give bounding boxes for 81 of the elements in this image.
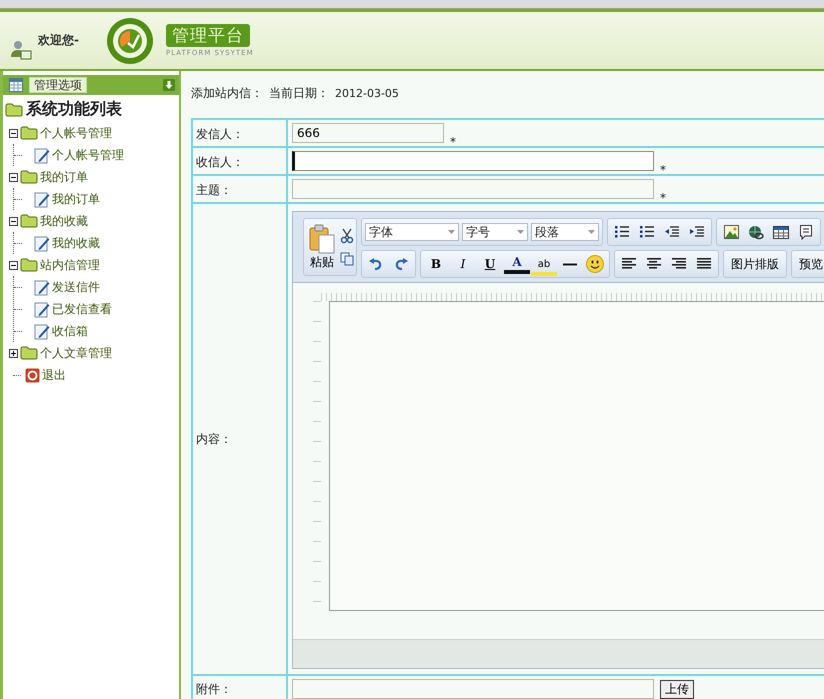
- field-label: 附件：: [196, 682, 232, 696]
- scissors-icon[interactable]: [340, 228, 354, 244]
- page-heading: 添加站内信：: [191, 84, 263, 102]
- globe-link-icon[interactable]: [748, 224, 764, 240]
- edit-page-icon: [34, 146, 50, 164]
- tree-item[interactable]: 个人帐号管理: [52, 146, 124, 164]
- folder-icon: [5, 102, 23, 116]
- folder-icon: [20, 258, 38, 272]
- folder-icon: [20, 126, 38, 140]
- undo-icon[interactable]: [369, 258, 383, 270]
- smiley-icon[interactable]: [586, 255, 604, 273]
- tree-item[interactable]: 退出: [42, 366, 66, 384]
- tree-item[interactable]: 收信箱: [52, 322, 88, 340]
- collapse-icon[interactable]: [9, 260, 18, 270]
- file-field[interactable]: [292, 679, 654, 699]
- image-icon[interactable]: [724, 225, 738, 239]
- align-right-icon[interactable]: [672, 258, 686, 270]
- redo-icon[interactable]: [394, 258, 408, 270]
- text-field[interactable]: [292, 179, 654, 199]
- tree-item[interactable]: 我的订单: [40, 168, 88, 186]
- platform-title: 管理平台: [166, 24, 250, 47]
- caret-icon[interactable]: [448, 230, 455, 234]
- bold-button[interactable]: B: [423, 252, 449, 276]
- current-date: 2012-03-05: [335, 86, 399, 100]
- edit-page-icon: [34, 300, 50, 318]
- field-label: 收信人：: [196, 155, 244, 169]
- underline-button[interactable]: U: [477, 252, 503, 276]
- upload-button[interactable]: 上传: [660, 680, 694, 699]
- edit-page-icon: [34, 278, 50, 296]
- tree-item[interactable]: 我的收藏: [40, 212, 88, 230]
- user-icon: [10, 38, 32, 60]
- welcome-text: 欢迎您-: [38, 32, 79, 49]
- align-justify-icon[interactable]: [696, 258, 712, 270]
- collapse-icon[interactable]: [9, 128, 18, 138]
- note-icon[interactable]: [800, 224, 812, 240]
- text-field[interactable]: [292, 151, 654, 171]
- tree-item[interactable]: 站内信管理: [40, 256, 100, 274]
- align-center-icon[interactable]: [646, 258, 662, 270]
- required-mark: *: [450, 135, 456, 149]
- copy-icon[interactable]: [340, 252, 354, 266]
- tree-item[interactable]: 个人文章管理: [40, 344, 112, 362]
- exit-icon: [25, 368, 40, 382]
- horizontal-line-icon[interactable]: [563, 262, 577, 266]
- bullet-list-icon[interactable]: [640, 226, 654, 238]
- tree-item[interactable]: 个人帐号管理: [40, 124, 112, 142]
- edit-page-icon: [34, 322, 50, 340]
- table-icon[interactable]: [773, 226, 789, 238]
- italic-button[interactable]: I: [450, 252, 476, 276]
- tree-item[interactable]: 已发信查看: [52, 300, 112, 318]
- folder-icon: [20, 346, 38, 360]
- dropdown[interactable]: 段落: [531, 223, 599, 241]
- caret-icon[interactable]: [517, 230, 524, 234]
- collapse-icon[interactable]: [9, 216, 18, 226]
- dropdown[interactable]: 字号: [462, 223, 528, 241]
- folder-icon: [20, 170, 38, 184]
- calendar-icon: [9, 78, 23, 92]
- tree-item[interactable]: 我的订单: [52, 190, 100, 208]
- logo-icon: [106, 16, 154, 64]
- align-left-icon[interactable]: [622, 258, 636, 270]
- required-mark: *: [660, 191, 666, 205]
- sidebar-title: 系统功能列表: [26, 99, 122, 120]
- edit-page-icon: [34, 234, 50, 252]
- edit-page-icon: [34, 190, 50, 208]
- field-label: 内容：: [196, 432, 232, 446]
- required-mark: *: [660, 163, 666, 177]
- expand-icon[interactable]: [9, 348, 18, 358]
- date-label: 当前日期：: [269, 84, 329, 102]
- folder-icon: [20, 214, 38, 228]
- collapse-icon[interactable]: [9, 172, 18, 182]
- outdent-icon[interactable]: [665, 226, 679, 238]
- tree-item[interactable]: 发送信件: [52, 278, 100, 296]
- field-label: 主题：: [196, 183, 232, 197]
- numbered-list-icon[interactable]: [615, 226, 629, 238]
- arrow-down-icon[interactable]: [163, 79, 175, 91]
- indent-icon[interactable]: [690, 226, 704, 238]
- text-field[interactable]: 666: [292, 123, 444, 143]
- dropdown[interactable]: 字体: [365, 223, 459, 241]
- caret-icon[interactable]: [588, 230, 595, 234]
- tree-item[interactable]: 我的收藏: [52, 234, 100, 252]
- field-label: 发信人：: [196, 127, 244, 141]
- options-button[interactable]: 管理选项: [29, 77, 87, 93]
